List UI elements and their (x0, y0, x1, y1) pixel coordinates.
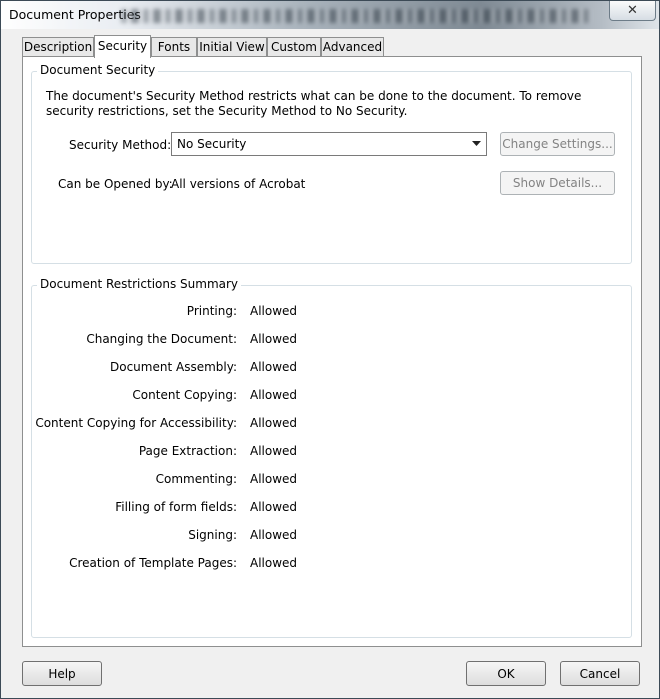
tab-security[interactable]: Security (94, 35, 151, 58)
restriction-value: Allowed (250, 416, 298, 430)
security-description: The document's Security Method restricts… (46, 89, 582, 118)
restriction-label: Changing the Document: (86, 332, 237, 346)
restriction-label: Commenting: (155, 472, 237, 486)
restriction-value: Allowed (250, 304, 298, 318)
restriction-label: Filling of form fields: (115, 500, 237, 514)
restriction-label: Page Extraction: (138, 444, 237, 458)
restriction-value: Allowed (250, 500, 298, 514)
restriction-value: Allowed (250, 472, 298, 486)
tab-custom[interactable]: Custom (267, 37, 321, 56)
tab-fonts[interactable]: Fonts (151, 37, 197, 56)
restriction-value: Allowed (250, 388, 298, 402)
chevron-down-icon[interactable] (468, 134, 485, 154)
show-details-button[interactable]: Show Details... (500, 171, 615, 195)
tab-advanced[interactable]: Advanced (321, 37, 384, 56)
restriction-label: Content Copying: (132, 388, 237, 402)
redacted-filename (121, 9, 591, 23)
restrictions-summary-title: Document Restrictions Summary (37, 277, 242, 291)
restriction-label: Signing: (188, 528, 237, 542)
restriction-label: Document Assembly: (110, 360, 237, 374)
opened-by-value: All versions of Acrobat (171, 177, 306, 191)
tab-initial-view[interactable]: Initial View (197, 37, 267, 56)
ok-button[interactable]: OK (466, 661, 546, 686)
document-security-title: Document Security (37, 63, 159, 77)
tab-description[interactable]: Description (22, 37, 94, 56)
cancel-button[interactable]: Cancel (560, 661, 640, 686)
security-method-label: Security Method: (69, 138, 172, 152)
restriction-label: Printing: (186, 304, 237, 318)
opened-by-label: Can be Opened by: (58, 177, 173, 191)
restriction-label: Creation of Template Pages: (69, 556, 237, 570)
restriction-value: Allowed (250, 332, 298, 346)
security-method-value: No Security (177, 137, 247, 151)
document-properties-dialog: Document Properties ✕ Description Securi… (0, 0, 660, 699)
restriction-value: Allowed (250, 360, 298, 374)
restriction-label: Content Copying for Accessibility: (35, 416, 237, 430)
change-settings-button[interactable]: Change Settings... (500, 132, 615, 156)
restriction-value: Allowed (250, 556, 298, 570)
restriction-value: Allowed (250, 528, 298, 542)
close-button[interactable]: ✕ (609, 1, 656, 21)
help-button[interactable]: Help (22, 661, 102, 686)
close-icon: ✕ (627, 3, 638, 18)
security-method-select[interactable]: No Security (171, 132, 487, 156)
restriction-value: Allowed (250, 444, 298, 458)
title-bar[interactable]: Document Properties ✕ (1, 1, 659, 29)
